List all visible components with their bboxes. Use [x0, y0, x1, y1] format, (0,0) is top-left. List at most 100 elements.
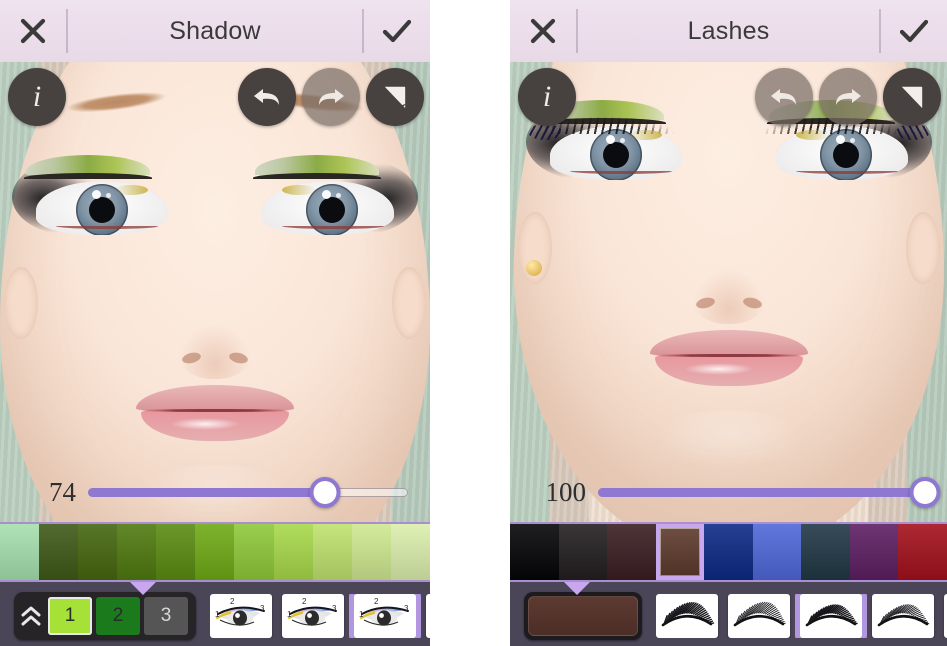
- eye-highlight-small: [106, 193, 111, 198]
- close-icon: [20, 18, 46, 44]
- info-button[interactable]: i: [518, 68, 576, 126]
- palette-swatch[interactable]: [0, 524, 40, 580]
- lash-style-4[interactable]: [872, 594, 934, 638]
- layer-label: 2: [112, 605, 124, 626]
- eye-highlight-small: [849, 138, 855, 143]
- compare-icon: [383, 85, 407, 110]
- selection-caret: [564, 582, 590, 595]
- compare-button[interactable]: [883, 68, 941, 126]
- palette-swatch[interactable]: [849, 524, 899, 580]
- slider-thumb[interactable]: [309, 477, 341, 508]
- eye-right: [247, 155, 418, 249]
- page-title: Shadow: [169, 16, 261, 45]
- lash-style-thumbnail-row[interactable]: [656, 594, 947, 638]
- opacity-slider-row-lashes: 100: [510, 470, 947, 514]
- undo-button[interactable]: [755, 68, 813, 126]
- layer-swatch-2[interactable]: 2: [96, 597, 140, 635]
- layer-swatch-3[interactable]: 3: [144, 597, 188, 635]
- lash-style-art: [805, 604, 858, 627]
- photo-toolbar-shadow: i: [0, 68, 430, 132]
- palette-swatch[interactable]: [655, 524, 705, 580]
- lips: [136, 385, 294, 441]
- palette-swatch[interactable]: [898, 524, 947, 580]
- compare-icon: [900, 85, 924, 110]
- lips: [649, 330, 808, 386]
- zone-label: 1: [359, 610, 364, 619]
- slider-track-area[interactable]: [88, 477, 408, 508]
- eye-style-1[interactable]: 1 2 3: [210, 594, 272, 638]
- selection-caret: [130, 582, 156, 595]
- palette-swatch[interactable]: [312, 524, 352, 580]
- palette-swatch[interactable]: [607, 524, 656, 580]
- eye-highlight-small: [336, 193, 341, 198]
- close-button[interactable]: [0, 0, 66, 62]
- zone-label: 1: [287, 610, 292, 619]
- eye-highlight: [92, 190, 101, 199]
- photo-canvas-shadow[interactable]: i 74: [0, 62, 430, 522]
- panel-shadow: Shadow i 74 1 2 3 1 2 3 1 2 3 1 2 3: [0, 0, 430, 646]
- eyebrow-left: [558, 62, 701, 65]
- ear-right: [392, 267, 426, 339]
- palette-swatch[interactable]: [156, 524, 196, 580]
- close-icon: [530, 18, 556, 44]
- palette-swatch[interactable]: [78, 524, 118, 580]
- pupil: [89, 197, 115, 223]
- palette-swatch[interactable]: [117, 524, 157, 580]
- compare-button[interactable]: [366, 68, 424, 126]
- info-button[interactable]: i: [8, 68, 66, 126]
- ear-left: [4, 267, 38, 339]
- zone-label: 2: [374, 597, 379, 606]
- confirm-button[interactable]: [881, 0, 947, 62]
- layer-selector: 1 2 3: [14, 592, 196, 640]
- slider-track-area[interactable]: [598, 477, 941, 508]
- palette-swatch[interactable]: [558, 524, 608, 580]
- palette-swatch[interactable]: [234, 524, 274, 580]
- palette-swatch[interactable]: [195, 524, 235, 580]
- slider-value: 74: [49, 476, 76, 507]
- upper-liner: [253, 173, 381, 179]
- photo-toolbar-lashes: i: [510, 68, 947, 132]
- lash-style-art: [733, 601, 786, 627]
- undo-button[interactable]: [238, 68, 296, 126]
- palette-swatch[interactable]: [39, 524, 79, 580]
- palette-swatch[interactable]: [351, 524, 391, 580]
- lash-style-3[interactable]: [800, 594, 862, 638]
- close-button[interactable]: [510, 0, 576, 62]
- eye-style-3[interactable]: 1 2 3: [354, 594, 416, 638]
- lash-style-1[interactable]: [656, 594, 718, 638]
- eye-style-4[interactable]: 123: [426, 594, 430, 638]
- slider-thumb[interactable]: [909, 477, 941, 508]
- selected-lash-color-swatch[interactable]: [524, 592, 642, 640]
- confirm-button[interactable]: [364, 0, 430, 62]
- layer-label: 1: [64, 605, 76, 626]
- collapse-button[interactable]: [16, 603, 46, 629]
- zone-label: 3: [260, 604, 265, 613]
- palette-swatch[interactable]: [390, 524, 430, 580]
- zone-label: 3: [332, 604, 337, 613]
- redo-button[interactable]: [302, 68, 360, 126]
- lash-color-fill: [528, 596, 638, 636]
- palette-swatch[interactable]: [510, 524, 559, 580]
- eye-highlight-small: [619, 138, 625, 143]
- layer-swatch-1[interactable]: 1: [48, 597, 92, 635]
- page-title: Lashes: [687, 16, 770, 45]
- palette-swatch[interactable]: [704, 524, 753, 580]
- redo-button[interactable]: [819, 68, 877, 126]
- palette-swatch[interactable]: [273, 524, 313, 580]
- palette-swatch[interactable]: [752, 524, 802, 580]
- pupil: [832, 142, 859, 168]
- info-icon: i: [32, 80, 42, 113]
- photo-canvas-lashes[interactable]: i 100: [510, 62, 947, 522]
- upper-lip: [136, 385, 294, 411]
- lip-gloss: [683, 363, 754, 375]
- palette-swatch[interactable]: [801, 524, 850, 580]
- zone-label: 2: [230, 597, 235, 606]
- info-icon: i: [542, 80, 552, 113]
- upper-liner: [24, 173, 152, 179]
- color-palette-lashes[interactable]: [510, 522, 947, 582]
- lash-style-2[interactable]: [728, 594, 790, 638]
- eye-style-2[interactable]: 1 2 3: [282, 594, 344, 638]
- color-palette-shadow[interactable]: [0, 522, 430, 582]
- upper-lip: [649, 330, 808, 356]
- eye-style-thumbnail-row[interactable]: 123 123 123 123: [210, 594, 430, 638]
